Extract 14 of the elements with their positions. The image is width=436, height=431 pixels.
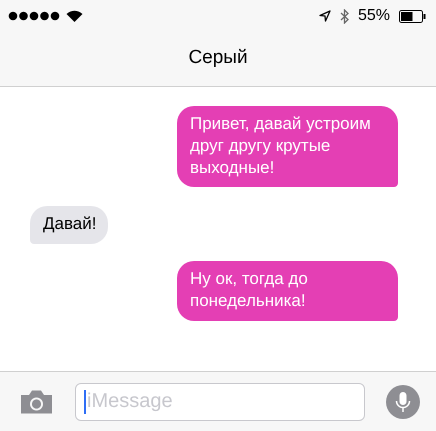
- wifi-icon: [66, 10, 83, 22]
- message-input-field[interactable]: iMessage: [75, 382, 365, 420]
- incoming-message-bubble: Давай!: [30, 206, 108, 244]
- battery-icon: [399, 10, 426, 22]
- bluetooth-icon: [340, 8, 349, 24]
- contact-name: Серый: [188, 47, 248, 70]
- camera-icon[interactable]: [19, 388, 54, 414]
- text-cursor: [84, 390, 86, 414]
- outgoing-message-bubble: Привет, давай устроим друг другу крутые выходные!: [177, 106, 398, 188]
- signal-icon: [8, 11, 60, 21]
- location-arrow-icon: [318, 10, 331, 22]
- outgoing-message-bubble: Ну ок, тогда до понедельника!: [177, 261, 398, 320]
- battery-percentage: 55%: [358, 7, 390, 25]
- microphone-button[interactable]: [386, 384, 420, 418]
